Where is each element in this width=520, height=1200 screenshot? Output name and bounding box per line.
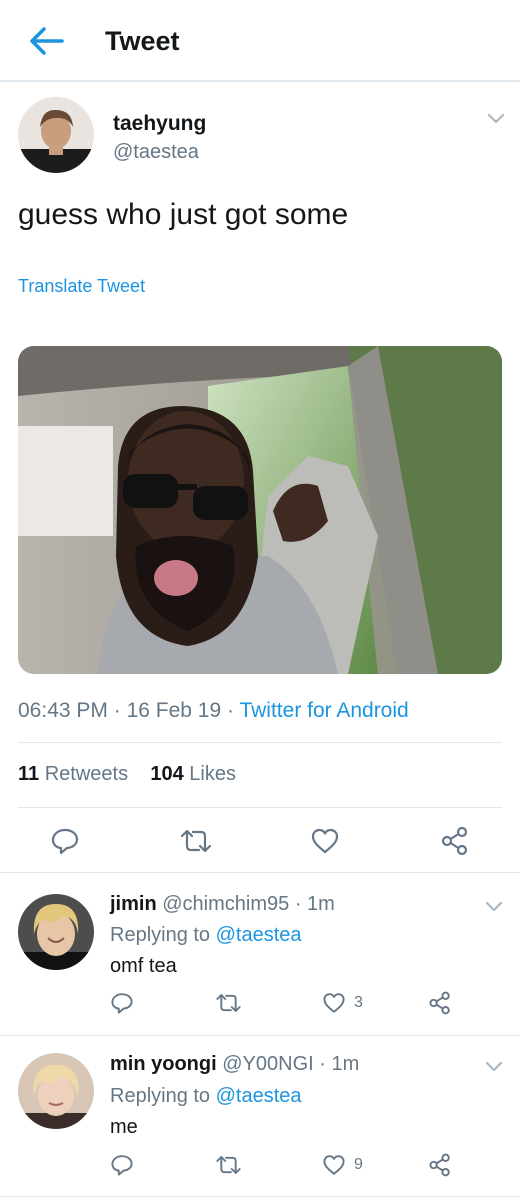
reply-text: omf tea [110,955,177,977]
chevron-down-icon[interactable] [484,900,504,914]
retweet-button[interactable] [214,991,243,1015]
retweet-icon [216,1156,241,1174]
likes-stat[interactable]: 104 Likes [150,763,236,785]
divider [0,872,520,873]
reply-icon [111,993,133,1014]
divider [0,1196,520,1197]
like-button[interactable]: 3 [322,991,363,1015]
retweet-button[interactable] [178,826,214,856]
tweet-stats: 11 Retweets 104 Likes [18,763,236,786]
replying-to: Replying to @taestea [110,1085,302,1108]
chevron-down-icon[interactable] [484,1060,504,1074]
share-button[interactable] [428,1153,452,1177]
reply-icon [111,1155,133,1176]
like-count: 9 [354,1156,363,1173]
retweet-icon [216,994,241,1012]
reply-time: 1m [307,893,335,915]
retweet-button[interactable] [214,1153,243,1177]
reply-author-handle: @Y00NGI [222,1053,314,1075]
share-icon [441,826,468,856]
reply-author[interactable]: min yoongi @Y00NGI · 1m [110,1053,359,1076]
reply-avatar[interactable] [18,894,94,970]
author-handle[interactable]: @taestea [113,141,199,164]
reply-author-handle: @chimchim95 [162,893,290,915]
reply-avatar[interactable] [18,1053,94,1129]
like-count: 3 [354,994,363,1011]
retweets-count: 11 [18,763,40,785]
reply-author-name: min yoongi [110,1053,217,1075]
tweet-text: guess who just got some [18,198,349,231]
reply-text: me [110,1116,138,1138]
divider [18,807,502,808]
translate-tweet-link[interactable]: Translate Tweet [18,276,145,297]
reply-icon [51,828,79,855]
replying-to: Replying to @taestea [110,924,302,947]
likes-label: Likes [189,763,236,785]
replying-to-label: Replying to [110,1085,211,1107]
share-icon [429,991,450,1015]
reply-button[interactable] [110,991,134,1015]
reply-author[interactable]: jimin @chimchim95 · 1m [110,893,335,916]
reply-button[interactable] [110,1153,134,1177]
reply-author-name: jimin [110,893,157,915]
share-button[interactable] [428,991,452,1015]
page-title: Tweet [105,26,180,56]
reply-button[interactable] [50,826,80,856]
like-icon [323,1155,345,1175]
share-icon [429,1153,450,1177]
chevron-down-icon[interactable] [486,112,506,126]
replying-to-mention[interactable]: @taestea [216,1085,302,1107]
like-icon [311,828,339,854]
divider [0,1035,520,1036]
reply-separator: · [319,1053,326,1075]
tweet-source-app[interactable]: Twitter for Android [239,699,408,722]
retweets-label: Retweets [44,763,129,785]
tweet-meta: 06:43 PM · 16 Feb 19 · Twitter for Andro… [18,699,409,723]
like-icon [323,993,345,1013]
like-button[interactable]: 9 [322,1153,363,1177]
replying-to-mention[interactable]: @taestea [216,924,302,946]
retweet-icon [180,829,212,853]
author-name[interactable]: taehyung [113,112,206,136]
tweet-media-image[interactable] [18,346,502,674]
share-button[interactable] [440,826,470,856]
meta-separator: · [113,699,121,722]
avatar[interactable] [18,97,94,173]
back-arrow-icon[interactable] [26,24,66,58]
divider [18,742,502,743]
reply-separator: · [294,893,302,915]
reply-time: 1m [331,1053,360,1075]
tweet-time: 06:43 PM [18,699,108,722]
retweets-stat[interactable]: 11 Retweets [18,763,128,785]
top-bar: Tweet [0,0,520,82]
replying-to-label: Replying to [110,924,211,946]
likes-count: 104 [150,763,184,785]
like-button[interactable] [310,826,340,856]
meta-separator: · [227,699,234,722]
tweet-date: 16 Feb 19 [126,699,222,722]
